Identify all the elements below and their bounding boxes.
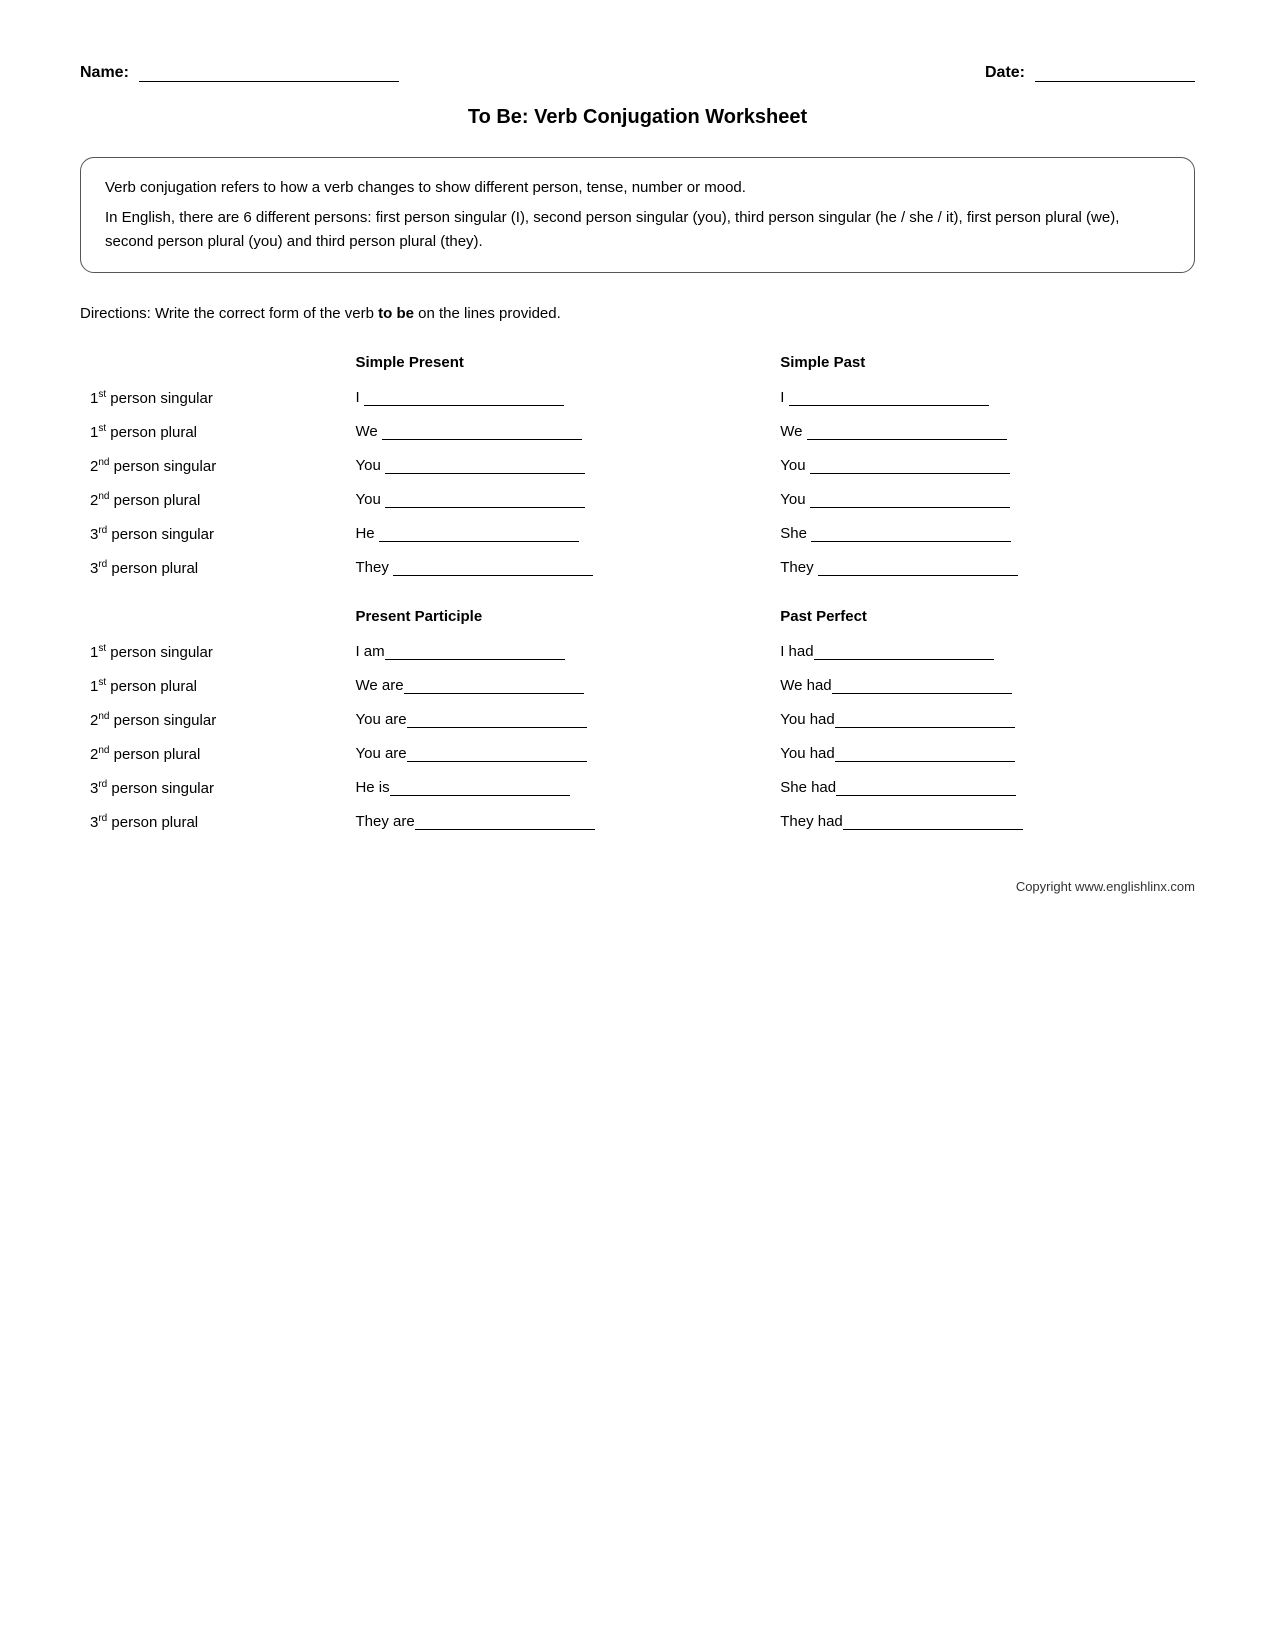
col-header-person-2 — [80, 602, 345, 635]
past-perfect-cell[interactable]: We had — [770, 669, 1195, 703]
person-cell: 3rd person plural — [80, 805, 345, 839]
sp-fill-line[interactable] — [385, 507, 585, 508]
person-cell: 1st person plural — [80, 415, 345, 449]
sp-fill-line[interactable] — [364, 405, 564, 406]
simple-past-cell[interactable]: I — [770, 381, 1195, 415]
present-participle-cell[interactable]: I am — [345, 635, 770, 669]
simple-past-cell[interactable]: You — [770, 483, 1195, 517]
table-row: 1st person singularI I — [80, 381, 1195, 415]
table-row: 2nd person singularYou areYou had — [80, 703, 1195, 737]
pp-fill-line[interactable] — [415, 829, 595, 830]
name-field: Name: — [80, 60, 399, 82]
name-input-line[interactable] — [139, 60, 399, 82]
col-header-simple-past: Simple Past — [770, 348, 1195, 381]
spast-fill-line[interactable] — [789, 405, 989, 406]
person-cell: 3rd person singular — [80, 517, 345, 551]
verb-bold: to be — [378, 305, 414, 322]
spast-fill-line[interactable] — [818, 575, 1018, 576]
table-row: 1st person pluralWe areWe had — [80, 669, 1195, 703]
col-header-past-perfect: Past Perfect — [770, 602, 1195, 635]
sp-fill-line[interactable] — [385, 473, 585, 474]
sp-fill-line[interactable] — [382, 439, 582, 440]
spast-fill-line[interactable] — [810, 473, 1010, 474]
simple-present-cell[interactable]: We — [345, 415, 770, 449]
person-cell: 1st person plural — [80, 669, 345, 703]
table-row: 3rd person pluralThey areThey had — [80, 805, 1195, 839]
past-perfect-cell[interactable]: You had — [770, 703, 1195, 737]
past-perf-fill-line[interactable] — [835, 761, 1015, 762]
table-row: 2nd person pluralYou You — [80, 483, 1195, 517]
person-cell: 2nd person singular — [80, 449, 345, 483]
person-cell: 2nd person plural — [80, 483, 345, 517]
pp-fill-line[interactable] — [407, 761, 587, 762]
past-perfect-cell[interactable]: I had — [770, 635, 1195, 669]
person-cell: 3rd person plural — [80, 551, 345, 585]
present-participle-cell[interactable]: You are — [345, 737, 770, 771]
past-perf-fill-line[interactable] — [835, 727, 1015, 728]
simple-present-cell[interactable]: You — [345, 449, 770, 483]
info-box: Verb conjugation refers to how a verb ch… — [80, 157, 1195, 273]
table-row: 1st person singularI amI had — [80, 635, 1195, 669]
simple-present-cell[interactable]: I — [345, 381, 770, 415]
simple-present-cell[interactable]: You — [345, 483, 770, 517]
col-header-present-participle: Present Participle — [345, 602, 770, 635]
present-participle-cell[interactable]: They are — [345, 805, 770, 839]
person-cell: 1st person singular — [80, 635, 345, 669]
past-perf-fill-line[interactable] — [814, 659, 994, 660]
person-cell: 3rd person singular — [80, 771, 345, 805]
col-header-simple-present: Simple Present — [345, 348, 770, 381]
past-perf-fill-line[interactable] — [832, 693, 1012, 694]
table-row: 3rd person pluralThey They — [80, 551, 1195, 585]
name-label: Name: — [80, 64, 129, 82]
pp-fill-line[interactable] — [407, 727, 587, 728]
info-line2: In English, there are 6 different person… — [105, 206, 1170, 254]
table-row: 2nd person pluralYou areYou had — [80, 737, 1195, 771]
simple-past-cell[interactable]: They — [770, 551, 1195, 585]
page-title: To Be: Verb Conjugation Worksheet — [80, 106, 1195, 129]
person-cell: 2nd person singular — [80, 703, 345, 737]
table-row: 1st person pluralWe We — [80, 415, 1195, 449]
simple-past-cell[interactable]: She — [770, 517, 1195, 551]
past-perfect-cell[interactable]: You had — [770, 737, 1195, 771]
pp-fill-line[interactable] — [385, 659, 565, 660]
past-perfect-cell[interactable]: She had — [770, 771, 1195, 805]
spast-fill-line[interactable] — [811, 541, 1011, 542]
table-row: 3rd person singularHe isShe had — [80, 771, 1195, 805]
table-row: 2nd person singularYou You — [80, 449, 1195, 483]
present-participle-cell[interactable]: You are — [345, 703, 770, 737]
person-cell: 2nd person plural — [80, 737, 345, 771]
present-participle-cell[interactable]: We are — [345, 669, 770, 703]
spast-fill-line[interactable] — [810, 507, 1010, 508]
date-label: Date: — [985, 64, 1025, 82]
past-perfect-cell[interactable]: They had — [770, 805, 1195, 839]
conjugation-table-2: Present Participle Past Perfect 1st pers… — [80, 602, 1195, 839]
simple-present-cell[interactable]: They — [345, 551, 770, 585]
conjugation-table-1: Simple Present Simple Past 1st person si… — [80, 348, 1195, 585]
simple-present-cell[interactable]: He — [345, 517, 770, 551]
simple-past-cell[interactable]: You — [770, 449, 1195, 483]
pp-fill-line[interactable] — [390, 795, 570, 796]
date-input-line[interactable] — [1035, 60, 1195, 82]
table-row: 3rd person singularHe She — [80, 517, 1195, 551]
header-row: Name: Date: — [80, 60, 1195, 82]
sp-fill-line[interactable] — [393, 575, 593, 576]
directions: Directions: Write the correct form of th… — [80, 303, 1195, 326]
sp-fill-line[interactable] — [379, 541, 579, 542]
past-perf-fill-line[interactable] — [843, 829, 1023, 830]
spast-fill-line[interactable] — [807, 439, 1007, 440]
simple-past-cell[interactable]: We — [770, 415, 1195, 449]
copyright: Copyright www.englishlinx.com — [80, 879, 1195, 894]
info-line1: Verb conjugation refers to how a verb ch… — [105, 176, 1170, 200]
date-field: Date: — [985, 60, 1195, 82]
person-cell: 1st person singular — [80, 381, 345, 415]
past-perf-fill-line[interactable] — [836, 795, 1016, 796]
pp-fill-line[interactable] — [404, 693, 584, 694]
present-participle-cell[interactable]: He is — [345, 771, 770, 805]
col-header-person-1 — [80, 348, 345, 381]
